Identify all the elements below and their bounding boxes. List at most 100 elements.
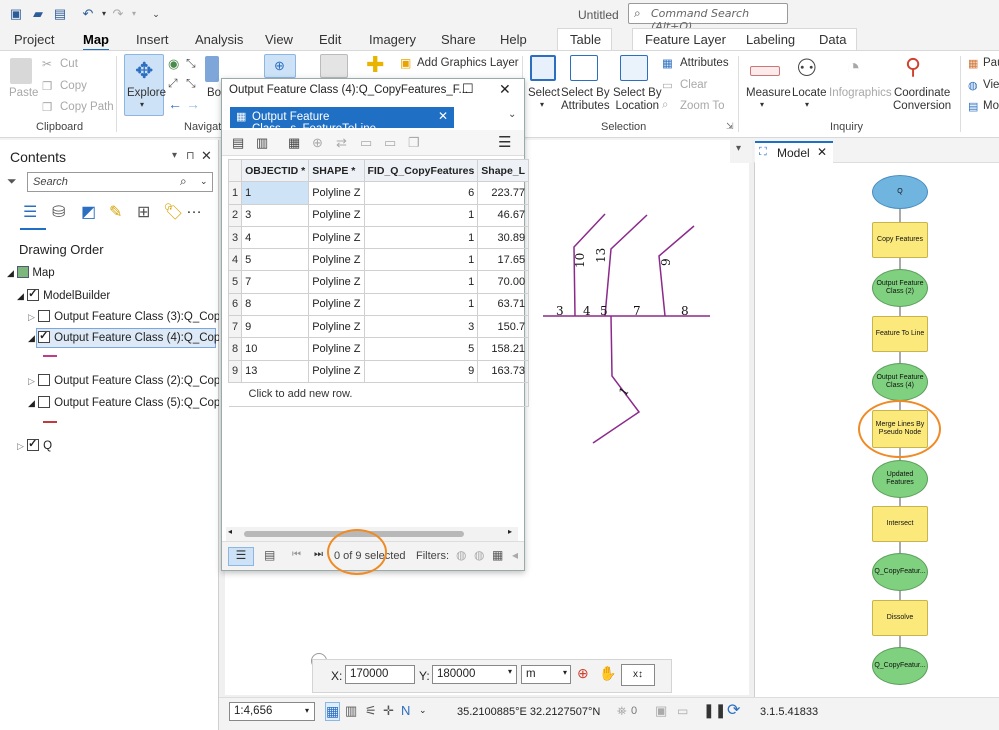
full-extent-icon[interactable]: ◉	[168, 56, 179, 72]
layer-checkbox[interactable]	[38, 374, 51, 386]
tree-map[interactable]: ◢ Map	[7, 266, 55, 279]
cell-shape-length[interactable]: 46.67	[477, 203, 530, 227]
tab-insert[interactable]: Insert	[136, 32, 169, 47]
snapping-icon[interactable]: ⚟	[365, 703, 377, 719]
cell-shape[interactable]: Polyline Z	[308, 181, 365, 205]
cell-shape-length[interactable]: 17.65	[477, 248, 530, 272]
tab-edit[interactable]: Edit	[319, 32, 341, 47]
cell-fid[interactable]: 6	[363, 181, 479, 205]
cell-fid[interactable]: 1	[363, 270, 479, 294]
view-unplaced-button[interactable]: Vie	[983, 79, 999, 91]
tab-share[interactable]: Share	[441, 32, 476, 47]
select-button[interactable]: Select	[528, 87, 560, 99]
cell-objectid[interactable]: 10	[241, 337, 310, 361]
cell-objectid[interactable]: 8	[241, 292, 310, 317]
select-by-location-button[interactable]: Select By Location	[613, 87, 662, 113]
list-by-labeling-icon[interactable]: 🏷	[163, 202, 183, 222]
undo-icon[interactable]: ↶	[80, 7, 96, 21]
tab-map[interactable]: Map	[83, 32, 109, 52]
cell-fid[interactable]: 5	[363, 337, 479, 361]
first-record-icon[interactable]: ⏮	[292, 549, 301, 560]
column-header-shape-length[interactable]: Shape_L	[477, 158, 530, 183]
cell-objectid[interactable]: 1	[241, 181, 310, 205]
fixed-zoom-in-icon[interactable]: ⤡	[186, 56, 196, 71]
coordinate-conversion-button[interactable]: Coordinate Conversion	[893, 87, 951, 113]
layer-checkbox[interactable]	[27, 437, 40, 451]
dialog-launcher-icon[interactable]: ⇲	[726, 121, 734, 132]
attributes-button[interactable]: Attributes	[680, 57, 729, 69]
cell-shape[interactable]: Polyline Z	[308, 248, 365, 272]
cell-shape-length[interactable]: 63.71	[477, 292, 530, 317]
column-header-fid[interactable]: FID_Q_CopyFeatures	[363, 158, 479, 183]
chevron-down-icon[interactable]: ▾	[305, 706, 309, 715]
add-graphics-layer-button[interactable]: Add Graphics Layer	[417, 57, 519, 69]
row-number[interactable]: 2	[227, 203, 243, 227]
show-selected-records-icon[interactable]: ▤	[264, 548, 275, 562]
selection-filter-icon[interactable]: ◍	[474, 548, 484, 562]
row-number[interactable]: 3	[227, 225, 243, 250]
cell-shape-length[interactable]: 70.00	[477, 270, 530, 294]
table-row[interactable]: 5 7 Polyline Z 1 70.00	[227, 270, 530, 294]
redo-icon[interactable]: ↷	[110, 7, 126, 21]
chevron-down-icon[interactable]: ⌄	[200, 176, 208, 187]
table-row[interactable]: 7 9 Polyline Z 3 150.7	[227, 315, 530, 339]
cell-fid[interactable]: 1	[363, 203, 479, 227]
column-header-shape[interactable]: SHAPE *	[308, 158, 365, 183]
chevron-down-icon[interactable]: ⌄	[419, 705, 427, 716]
table-window-titlebar[interactable]: Output Feature Class (4):Q_CopyFeatures_…	[222, 79, 524, 103]
row-number[interactable]: 6	[227, 292, 243, 317]
cell-objectid[interactable]: 13	[241, 359, 310, 383]
row-number[interactable]: 5	[227, 270, 243, 294]
add-field-icon[interactable]: ▥	[256, 135, 268, 151]
row-number[interactable]: 7	[227, 315, 243, 339]
close-icon[interactable]: ✕	[438, 109, 448, 123]
switch-selection-icon[interactable]: ⇄	[336, 135, 347, 151]
xy-options-icon[interactable]: x↕	[621, 664, 655, 686]
layer-checkbox[interactable]	[38, 329, 51, 343]
row-number[interactable]: 8	[227, 337, 243, 361]
model-node-copy-features[interactable]: Copy Features	[872, 222, 928, 258]
model-node-intersect[interactable]: Intersect	[872, 506, 928, 542]
scroll-left-icon[interactable]: ◂	[228, 527, 232, 536]
cell-fid[interactable]: 3	[363, 315, 479, 339]
close-icon[interactable]: ✕	[201, 148, 212, 164]
pin-icon[interactable]: ⊓	[186, 149, 195, 162]
row-number[interactable]: 9	[227, 359, 243, 383]
layer-checkbox[interactable]	[38, 396, 51, 408]
cell-objectid[interactable]: 4	[241, 225, 310, 250]
cell-fid[interactable]: 1	[363, 292, 479, 317]
copy-path-button[interactable]: Copy Path	[60, 101, 114, 113]
table-menu-icon[interactable]: ☰	[498, 133, 511, 151]
y-coordinate-input[interactable]: 180000	[432, 665, 517, 684]
north-icon[interactable]: N	[401, 703, 410, 718]
refresh-icon[interactable]: ⟳	[727, 700, 740, 720]
contents-search-input[interactable]: Search ⌕ ⌄	[27, 172, 213, 192]
table-row[interactable]: 9 13 Polyline Z 9 163.73	[227, 359, 530, 383]
cell-shape[interactable]: Polyline Z	[308, 292, 365, 317]
locate-button[interactable]: Locate	[792, 87, 827, 99]
delete-selection-icon[interactable]: ▭	[384, 135, 396, 151]
column-header-objectid[interactable]: OBJECTID *	[241, 158, 310, 183]
list-by-source-icon[interactable]: ⛁	[52, 202, 65, 222]
layer-checkbox[interactable]	[38, 310, 51, 322]
save-icon[interactable]: ▤	[52, 7, 68, 21]
add-row-hint[interactable]: Click to add new row.	[228, 381, 530, 407]
zoom-layer-icon[interactable]: ⤡	[186, 76, 196, 91]
tab-feature-layer[interactable]: Feature Layer	[645, 32, 726, 47]
add-data-icon[interactable]: ✚	[366, 52, 384, 78]
cell-fid[interactable]: 1	[363, 248, 479, 272]
cell-shape[interactable]: Polyline Z	[308, 270, 365, 294]
measure-button[interactable]: Measure	[746, 87, 791, 99]
paste-button[interactable]: Paste	[9, 87, 38, 99]
crosshair-icon[interactable]: ⊕	[577, 665, 589, 682]
select-by-attributes-button[interactable]: Select By Attributes	[561, 87, 610, 113]
table-row[interactable]: 6 8 Polyline Z 1 63.71	[227, 292, 530, 317]
cell-shape[interactable]: Polyline Z	[308, 203, 365, 227]
rotation-icon[interactable]: ▥	[345, 703, 357, 719]
cell-fid[interactable]: 9	[363, 359, 479, 383]
list-by-snapping-icon[interactable]: ⊞	[137, 202, 150, 222]
table-row[interactable]: 3 4 Polyline Z 1 30.89	[227, 225, 530, 250]
cell-shape-length[interactable]: 30.89	[477, 225, 530, 250]
sql-icon[interactable]: ◂	[512, 548, 518, 562]
copy-button[interactable]: Copy	[60, 80, 87, 92]
